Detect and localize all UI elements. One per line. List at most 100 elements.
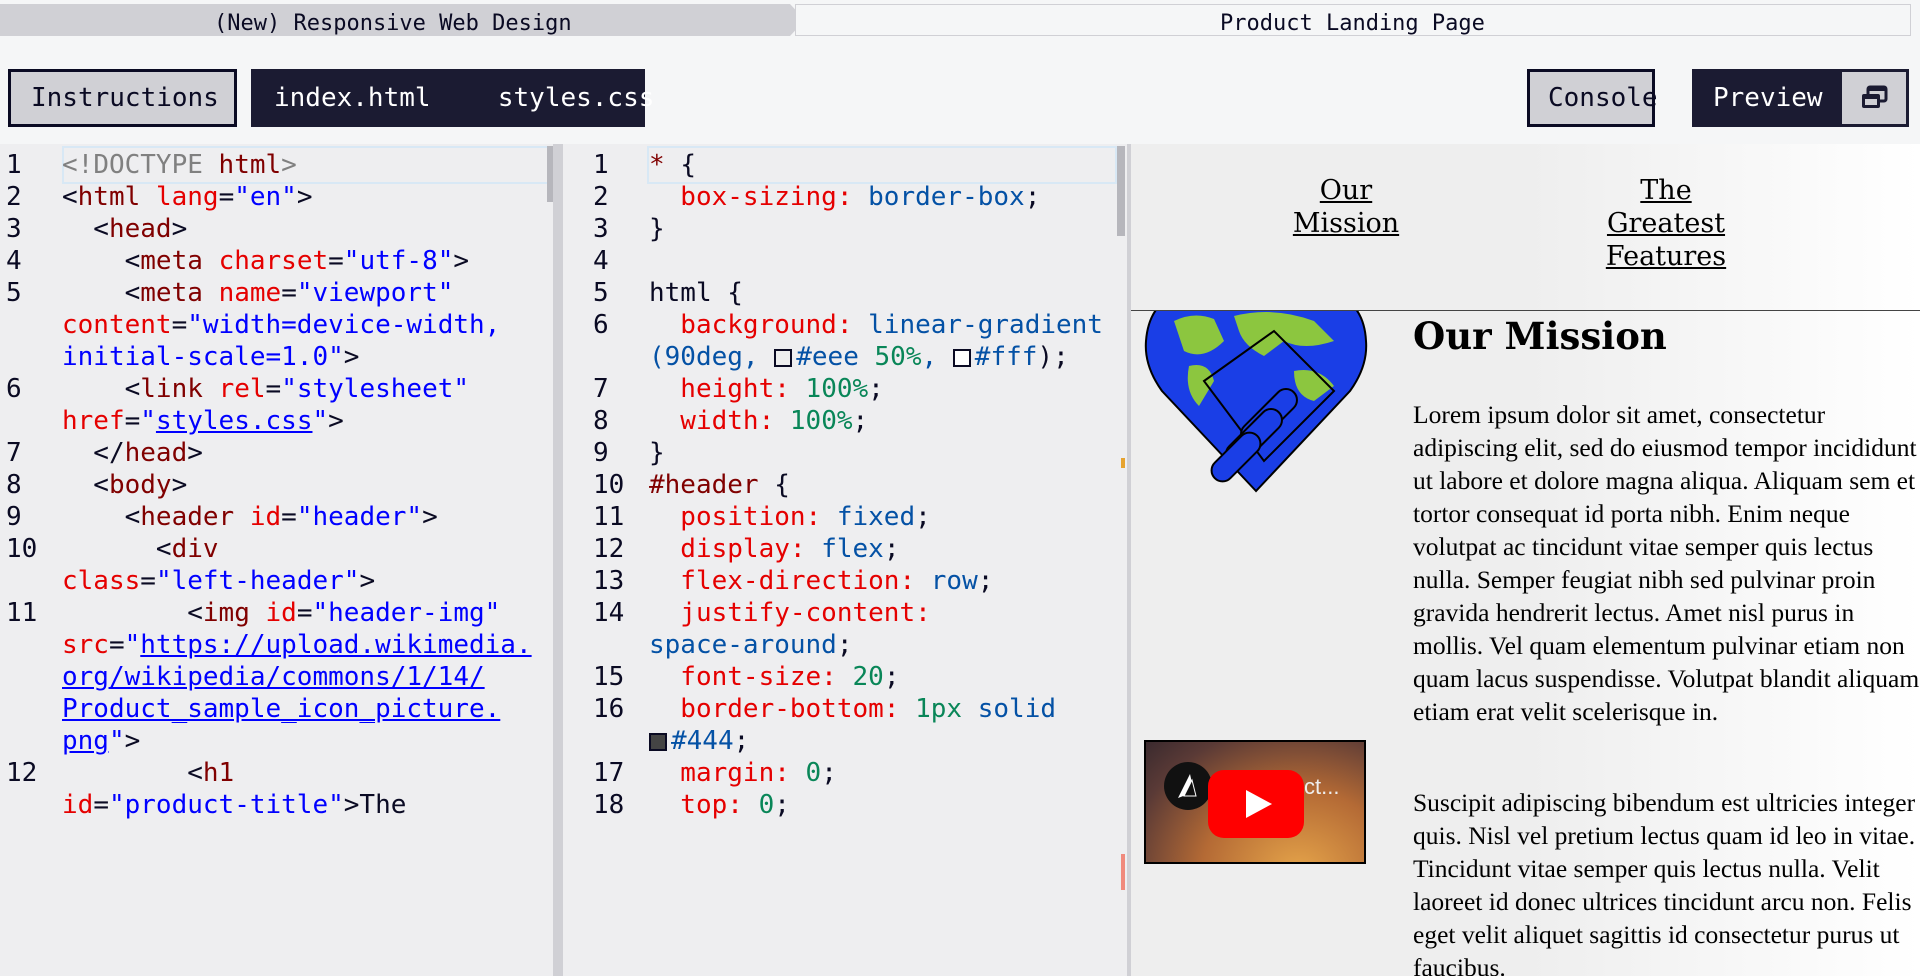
code-token: id — [265, 598, 297, 628]
code-token: meta — [140, 246, 219, 276]
code-token: border-box — [868, 182, 1025, 212]
code-token: row — [930, 566, 978, 596]
code-token: charset — [218, 246, 329, 276]
code-token: { — [774, 470, 790, 500]
code-token: "stylesheet" — [281, 374, 470, 404]
code-token: 20 — [852, 662, 884, 692]
nav-link-our-mission[interactable]: Our Mission — [1291, 174, 1401, 240]
code-token: 100% — [805, 374, 869, 404]
code-token: < — [62, 182, 78, 212]
code-token: < — [62, 534, 172, 564]
code-line[interactable]: box-sizing: border-box; — [649, 178, 1040, 217]
code-token: > — [359, 566, 376, 596]
code-token: < — [62, 470, 109, 500]
code-token: "en" — [234, 182, 297, 212]
breadcrumb-course[interactable]: (New) Responsive Web Design — [0, 4, 805, 36]
line-number: 18 — [593, 790, 625, 820]
code-token: < — [62, 598, 203, 628]
code-token: id — [62, 790, 94, 820]
code-token: id — [249, 502, 282, 532]
code-token: ; — [883, 534, 900, 564]
code-token: = — [108, 630, 125, 660]
breadcrumb-project: Product Landing Page — [795, 4, 1911, 36]
code-token: > — [453, 246, 470, 276]
code-token: html — [77, 182, 156, 212]
instructions-button[interactable]: Instructions — [8, 69, 237, 127]
nav-link-greatest-features[interactable]: The Greatest Features — [1601, 174, 1731, 273]
console-button[interactable]: Console — [1527, 69, 1658, 127]
code-token: >The — [343, 790, 407, 820]
code-token: "header" — [296, 502, 423, 532]
line-number: 12 — [6, 758, 38, 788]
channel-logo-icon — [1178, 774, 1197, 798]
globe-handshake-icon — [1144, 311, 1368, 493]
code-line[interactable]: top: 0; — [649, 786, 790, 825]
html-editor[interactable]: 1 <!DOCTYPE html> 2 <html lang="en"> 3 <head… — [0, 144, 553, 976]
code-token: DOCTYPE — [93, 150, 219, 180]
code-token: ; — [883, 662, 900, 692]
code-token: "product-title" — [108, 790, 344, 820]
code-token: = — [218, 182, 235, 212]
code-token: ; — [836, 630, 853, 660]
code-token: "viewport" — [296, 278, 454, 308]
pane-divider-left[interactable] — [553, 144, 563, 976]
code-token: rel — [218, 374, 266, 404]
nav-link-line: Features — [1605, 241, 1727, 272]
code-token: > — [328, 406, 344, 436]
css-editor-scrollbar[interactable] — [1117, 146, 1125, 236]
preview-label: Preview — [1713, 83, 1823, 113]
tab-styles-css[interactable]: styles.css — [498, 83, 655, 113]
youtube-play-button[interactable] — [1208, 770, 1304, 838]
color-swatch[interactable] — [649, 733, 667, 751]
code-token: ; — [852, 406, 869, 436]
code-token: 0 — [758, 790, 775, 820]
code-token: initial-scale=1.0" — [62, 342, 344, 372]
code-token: justify-content: — [649, 598, 947, 628]
breadcrumb-project-label: Product Landing Page — [1220, 11, 1485, 36]
code-token: solid — [977, 694, 1057, 724]
code-token: = — [93, 790, 109, 820]
code-token: < — [62, 246, 141, 276]
code-token: html { — [649, 278, 743, 308]
nav-link-line: Mission — [1292, 208, 1400, 239]
tab-index-html[interactable]: index.html — [274, 83, 431, 113]
line-number: 10 — [6, 534, 38, 564]
line-number: 11 — [6, 598, 38, 628]
code-token: </ — [62, 438, 125, 468]
color-swatch[interactable] — [774, 349, 793, 367]
code-token: "width=device-width, — [187, 310, 501, 340]
code-token: position: — [649, 502, 837, 532]
code-token: " — [124, 630, 141, 660]
code-token: > — [171, 470, 188, 500]
css-editor[interactable]: 1 * {2 box-sizing: border-box; 3} 4 5 html {6… — [563, 144, 1127, 976]
line-number: 6 — [6, 374, 22, 404]
code-token: < — [62, 502, 141, 532]
mission-title: Our Mission — [1413, 314, 1667, 358]
code-token: head — [124, 438, 188, 468]
code-token: 0 — [805, 758, 822, 788]
code-token: h1 — [202, 758, 235, 788]
code-token: name — [218, 278, 282, 308]
code-token: > — [343, 342, 360, 372]
line-number: 16 — [593, 694, 625, 724]
code-token: png — [62, 726, 109, 756]
preview-header: Our Mission The Greatest Features — [1131, 144, 1920, 311]
code-token: > — [422, 502, 438, 532]
code-token: < — [62, 214, 109, 244]
code-line[interactable]: id="product-title">The — [62, 786, 406, 825]
color-swatch[interactable] — [952, 349, 971, 367]
code-token: ; — [774, 790, 790, 820]
code-token: space-around — [649, 630, 837, 660]
code-token: meta — [140, 278, 219, 308]
nav-link-line: Greatest — [1606, 208, 1726, 239]
code-line[interactable]: } — [649, 210, 665, 249]
code-line[interactable]: width: 100%; — [649, 402, 868, 441]
code-token: * — [649, 150, 681, 180]
popout-preview-button[interactable] — [1842, 72, 1906, 124]
video-title: ct... — [1304, 774, 1340, 799]
code-token: ; — [733, 726, 750, 756]
code-token: ; — [1024, 182, 1041, 212]
mission-paragraph-1: Lorem ipsum dolor sit amet, consectetur … — [1413, 400, 1920, 726]
embedded-video[interactable]: ct... — [1144, 740, 1366, 864]
code-token: ; — [821, 758, 837, 788]
